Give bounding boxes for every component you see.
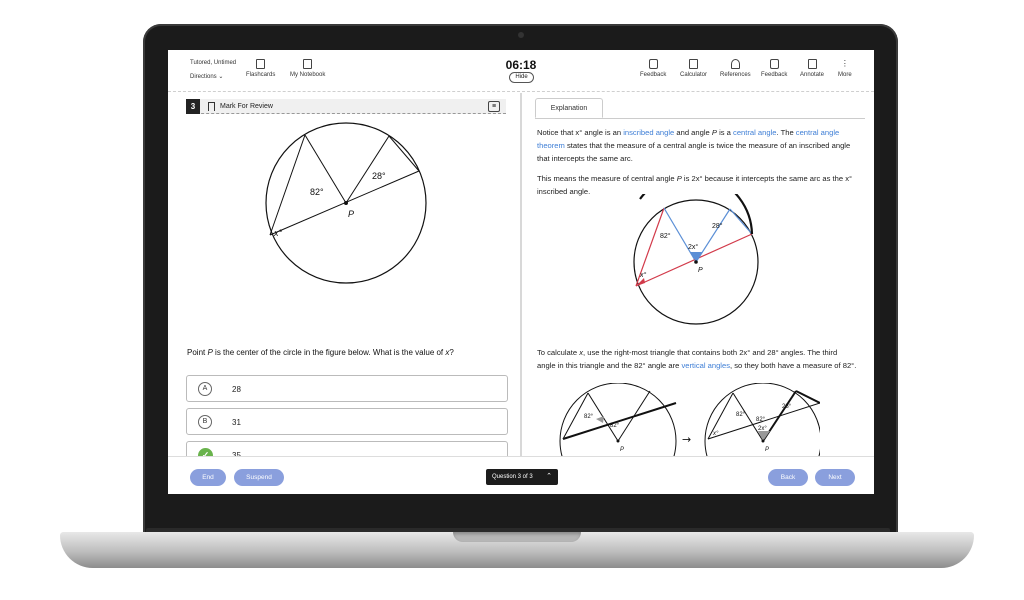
choice-b[interactable]: B 31 (186, 408, 508, 435)
center-p-label: P (698, 267, 703, 274)
feedback-button-2[interactable]: Feedback (761, 59, 787, 78)
feedback-label: Feedback (640, 72, 667, 78)
notebook-label: My Notebook (290, 72, 326, 78)
laptop-frame: Tutored, Untimed Directions ⌄ Flashcards… (0, 0, 1024, 600)
bottom-navigation-bar: End Suspend Question 3 of 3 ⌃ Back Next (168, 456, 874, 494)
angle-2x-label: 2x° (688, 243, 698, 251)
calculator-icon (689, 59, 698, 69)
annotate-label: Annotate (800, 72, 825, 78)
left-angle-b: 82° (610, 423, 620, 429)
link-vertical-angles[interactable]: vertical angles (681, 361, 730, 370)
choice-value: 28 (232, 385, 241, 394)
top-toolbar: Tutored, Untimed Directions ⌄ Flashcards… (168, 50, 874, 92)
angle-28-label: 28° (712, 222, 723, 230)
link-central-angle[interactable]: central angle (733, 128, 776, 137)
mark-for-review[interactable]: Mark For Review (220, 103, 273, 110)
center-p-label: P (348, 209, 354, 219)
link-inscribed-angle[interactable]: inscribed angle (623, 128, 674, 137)
tab-underline (535, 118, 865, 119)
right-center-p: P (765, 447, 769, 453)
more-button[interactable]: ⋮ More (838, 59, 852, 78)
references-label: References (720, 72, 751, 78)
hide-timer-button[interactable]: Hide (509, 72, 534, 83)
end-button[interactable]: End (190, 469, 226, 486)
laptop-notch (453, 532, 581, 542)
feedback-button[interactable]: Feedback (640, 59, 666, 78)
calculator-label: Calculator (680, 72, 708, 78)
directions-dropdown[interactable]: Directions ⌄ (190, 73, 223, 80)
question-figure: 82° 28° x° P (265, 122, 427, 284)
back-button[interactable]: Back (768, 469, 808, 486)
feedback-label-2: Feedback (761, 72, 788, 78)
question-navigator-label: Question 3 of 3 (492, 474, 533, 480)
flashcards-label: Flashcards (246, 72, 276, 78)
feedback-icon (648, 59, 658, 69)
question-text: Point P is the center of the circle in t… (187, 348, 454, 357)
explanation-panel: Explanation Notice that x° angle is an i… (522, 93, 874, 456)
angle-x-label: x° (639, 271, 647, 279)
choice-a[interactable]: A 28 (186, 375, 508, 402)
right-angle-b: 82° (756, 417, 766, 423)
next-button[interactable]: Next (815, 469, 855, 486)
app-screen: Tutored, Untimed Directions ⌄ Flashcards… (168, 50, 874, 494)
explanation-paragraph-1: Notice that x° angle is an inscribed ang… (537, 128, 851, 163)
annotate-icon (807, 59, 817, 69)
more-icon: ⋮ (840, 59, 849, 68)
right-angle-2x: 2x° (758, 426, 767, 432)
suspend-button[interactable]: Suspend (234, 469, 284, 486)
explanation-paragraph-3: To calculate x, use the right-most trian… (537, 348, 857, 370)
references-icon (730, 59, 740, 69)
annotate-button[interactable]: Annotate (800, 59, 824, 78)
left-angle-a: 82° (584, 414, 594, 420)
laptop-base (60, 532, 974, 568)
explanation-figure-2: 82° 82° P → x° 82° 82° 28° 2x° P (559, 383, 820, 456)
answer-eliminator-icon[interactable]: ≡ (488, 101, 500, 112)
camera-icon (518, 32, 524, 38)
choice-letter: B (198, 415, 212, 429)
right-angle-c: 28° (782, 404, 792, 410)
right-angle-a: 82° (736, 412, 746, 418)
question-panel: 3 Mark For Review ≡ 82° 28° x° P Point P… (168, 93, 520, 494)
chevron-up-icon: ⌃ (546, 473, 552, 480)
feedback-icon (769, 59, 779, 69)
angle-28-label: 28° (372, 171, 386, 181)
references-button[interactable]: References (720, 59, 751, 78)
angle-x-label: x° (273, 228, 283, 238)
tab-explanation[interactable]: Explanation (535, 98, 603, 118)
more-label: More (838, 72, 852, 78)
left-center-p: P (620, 447, 624, 453)
bookmark-icon[interactable] (208, 102, 215, 111)
angle-82-label: 82° (660, 232, 671, 240)
angle-82-label: 82° (310, 187, 324, 197)
question-header: 3 Mark For Review ≡ (186, 99, 506, 114)
question-navigator-button[interactable]: Question 3 of 3 ⌃ (486, 469, 558, 485)
question-number: 3 (186, 99, 200, 114)
right-angle-x: x° (712, 431, 719, 437)
choice-value: 31 (232, 418, 241, 427)
choice-letter: A (198, 382, 212, 396)
transition-arrow-icon: → (682, 433, 691, 446)
calculator-button[interactable]: Calculator (680, 59, 707, 78)
explanation-figure-1: 82° 28° x° 2x° P (633, 194, 759, 325)
